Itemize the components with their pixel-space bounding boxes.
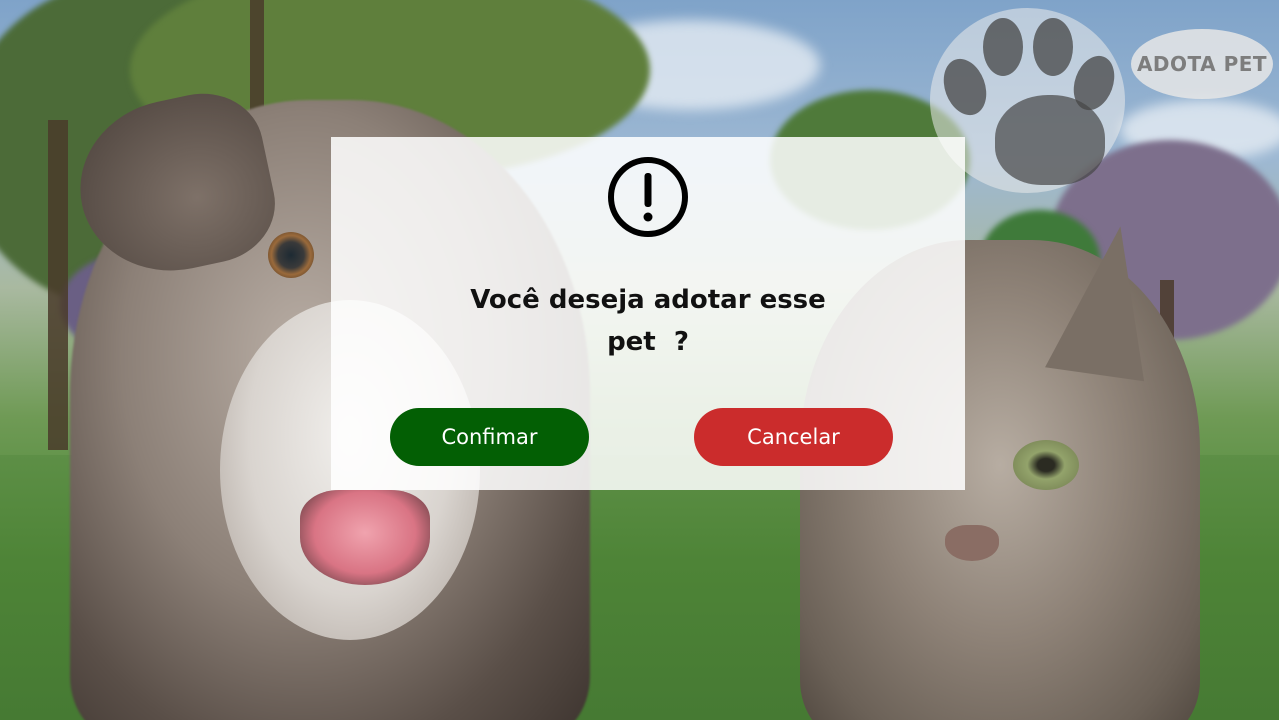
question-line-2: pet ? (607, 327, 689, 357)
paw-toe (983, 18, 1023, 76)
confirm-dialog: Você deseja adotar esse pet ? Confimar C… (331, 137, 965, 490)
dog-mouth (300, 490, 430, 585)
brand-logo: ADOTA PET (1131, 29, 1273, 99)
exclamation-circle-icon (608, 157, 688, 237)
paw-pad (995, 95, 1105, 185)
paw-toe (1033, 18, 1073, 76)
tree-trunk (48, 120, 68, 450)
question-line-1: Você deseja adotar esse (470, 285, 826, 315)
dialog-question: Você deseja adotar esse pet ? (331, 279, 965, 363)
cancel-button[interactable]: Cancelar (694, 408, 893, 466)
dog-eye (268, 232, 314, 278)
background-scene: ADOTA PET Você deseja adotar esse pet ? … (0, 0, 1279, 720)
confirm-button[interactable]: Confimar (390, 408, 589, 466)
cat-nose (945, 525, 999, 561)
cat-ear (1045, 218, 1165, 382)
cat-eye (1013, 440, 1079, 490)
